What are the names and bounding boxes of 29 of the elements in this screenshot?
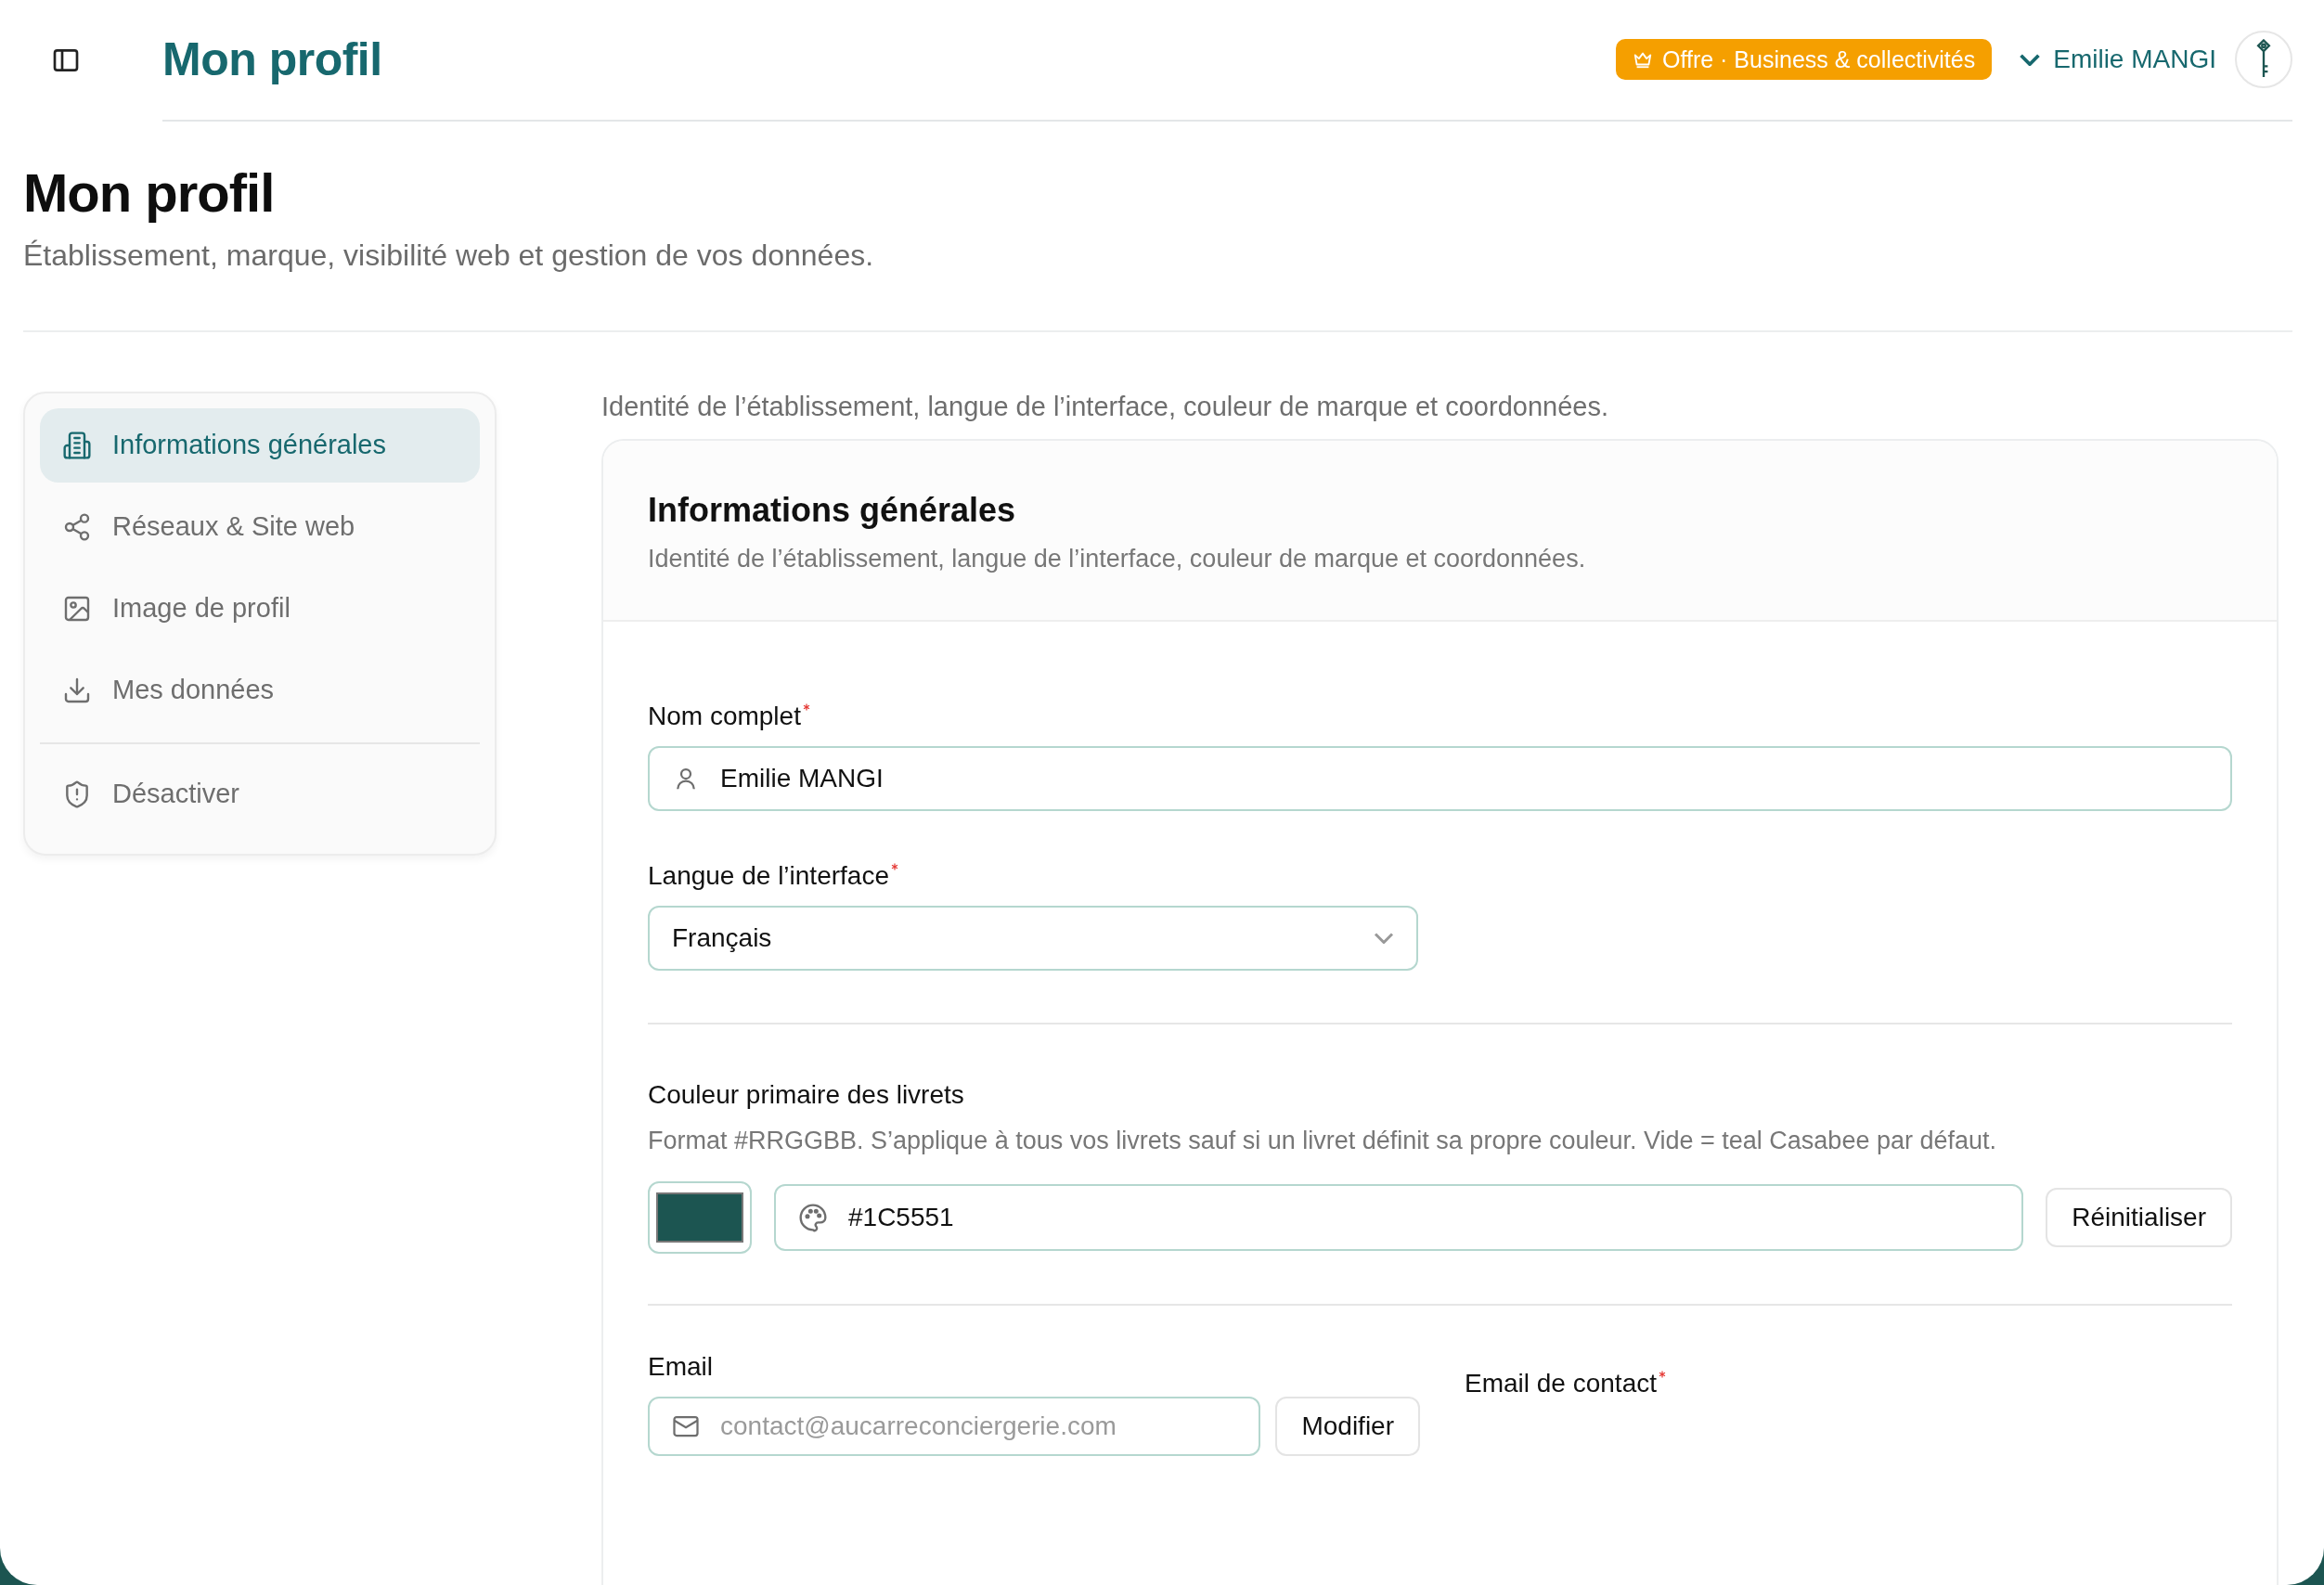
building-icon xyxy=(62,430,92,460)
reset-button[interactable]: Réinitialiser xyxy=(2046,1187,2232,1247)
color-swatch[interactable] xyxy=(648,1180,752,1254)
header-title: Mon profil xyxy=(162,32,382,86)
palette-icon xyxy=(798,1202,828,1232)
sidebar-item[interactable]: Désactiver xyxy=(40,756,480,831)
chevron-down-icon xyxy=(1374,932,1394,944)
user-name[interactable]: Emilie MANGI xyxy=(2053,45,2216,74)
field-label: Email xyxy=(648,1351,713,1381)
field-label: Email de contact xyxy=(1465,1368,1657,1398)
sidebar-item[interactable]: Réseaux & Site web xyxy=(40,489,480,564)
name-input[interactable]: Emilie MANGI xyxy=(648,745,2232,811)
card-title: Informations générales xyxy=(648,490,1017,530)
share-icon xyxy=(62,511,92,542)
sidebar-item[interactable]: Image de profil xyxy=(40,571,480,646)
sidebar-item[interactable]: Mes données xyxy=(40,652,480,728)
sidebar-item[interactable]: Informations générales xyxy=(40,407,480,483)
field-label: Nom complet xyxy=(648,701,801,730)
user-avatar[interactable] xyxy=(2235,31,2292,88)
color-input[interactable]: #1C5551 xyxy=(774,1183,2024,1251)
chevron-down-icon[interactable] xyxy=(2020,53,2041,66)
field-label: Couleur primaire des livrets xyxy=(648,1079,964,1109)
field-help: Format #RRGGBB. S’applique à tous vos livrets sauf si un livret définit sa propre couleur. Vide = teal Casabee par défaut. xyxy=(648,1126,1998,1155)
field-label: Langue de l’interface xyxy=(648,860,889,890)
language-select[interactable]: Français xyxy=(648,905,1418,971)
page-subtitle: Établissement, marque, visibilité web et gestion de vos données. xyxy=(23,238,875,273)
card-description: Identité de l’établissement, langue de l’interface, couleur de marque et coordonnées. xyxy=(648,544,1587,573)
page-title: Mon profil xyxy=(23,161,276,225)
section-description: Identité de l’établissement, langue de l’interface, couleur de marque et coordonnées. xyxy=(601,391,1609,422)
